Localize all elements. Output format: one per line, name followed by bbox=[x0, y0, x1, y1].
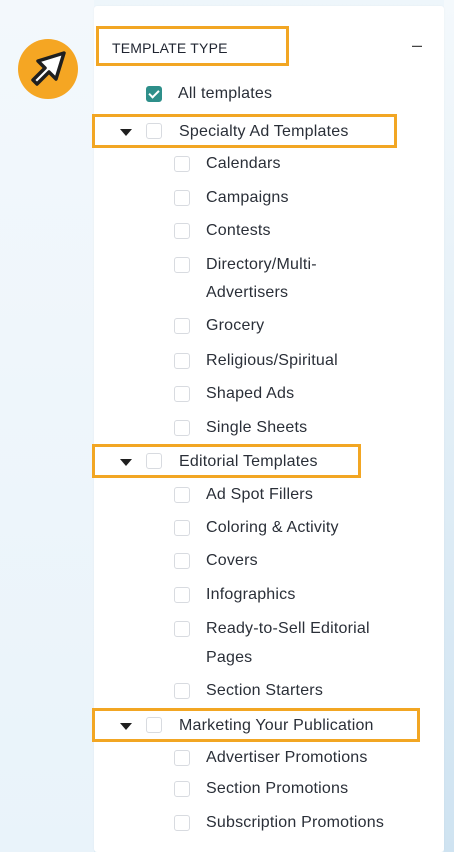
option-label: Single Sheets bbox=[206, 419, 308, 436]
collapse-icon[interactable]: – bbox=[412, 36, 422, 54]
all-templates-label: All templates bbox=[178, 85, 273, 102]
option-label: Grocery bbox=[206, 317, 265, 334]
option-checkbox[interactable] bbox=[174, 420, 190, 436]
option-checkbox[interactable] bbox=[174, 553, 190, 569]
option-label: Ad Spot Fillers bbox=[206, 486, 314, 503]
option-label: Subscription Promotions bbox=[206, 814, 385, 831]
option-coloring-activity[interactable]: Coloring & Activity bbox=[174, 515, 339, 541]
option-infographics[interactable]: Infographics bbox=[174, 582, 296, 608]
caret-down-icon[interactable] bbox=[120, 723, 132, 730]
option-checkbox[interactable] bbox=[174, 621, 190, 637]
option-checkbox[interactable] bbox=[174, 487, 190, 503]
group-label: Marketing Your Publication bbox=[179, 717, 374, 734]
group-editorial-templates[interactable]: Editorial Templates bbox=[92, 444, 361, 478]
option-grocery[interactable]: Grocery bbox=[174, 313, 264, 339]
template-type-header[interactable]: TEMPLATE TYPE bbox=[96, 26, 289, 66]
option-checkbox[interactable] bbox=[174, 257, 190, 273]
group-checkbox[interactable] bbox=[146, 717, 162, 733]
option-label-continuation: Advertisers bbox=[206, 284, 289, 301]
option-label: Contests bbox=[206, 222, 271, 239]
option-ad-spot-fillers[interactable]: Ad Spot Fillers bbox=[174, 482, 313, 508]
option-single-sheets[interactable]: Single Sheets bbox=[174, 415, 307, 441]
option-section-starters[interactable]: Section Starters bbox=[174, 678, 323, 704]
option-label: Directory/Multi- bbox=[206, 256, 317, 273]
option-advertiser-promotions[interactable]: Advertiser Promotions bbox=[174, 745, 368, 771]
option-shaped-ads[interactable]: Shaped Ads bbox=[174, 381, 294, 407]
option-contests[interactable]: Contests bbox=[174, 218, 271, 244]
option-label: Advertiser Promotions bbox=[206, 749, 368, 766]
option-ready-to-sell-editorial-pages[interactable]: Ready-to-Sell Editorial bbox=[174, 616, 370, 642]
option-checkbox[interactable] bbox=[174, 520, 190, 536]
option-label: Coloring & Activity bbox=[206, 519, 339, 536]
option-label: Religious/Spiritual bbox=[206, 352, 338, 369]
option-checkbox[interactable] bbox=[174, 683, 190, 699]
option-checkbox[interactable] bbox=[174, 587, 190, 603]
option-checkbox[interactable] bbox=[174, 156, 190, 172]
section-title: TEMPLATE TYPE bbox=[112, 40, 228, 56]
option-label: Shaped Ads bbox=[206, 385, 295, 402]
caret-down-icon[interactable] bbox=[120, 459, 132, 466]
option-checkbox[interactable] bbox=[174, 190, 190, 206]
option-checkbox[interactable] bbox=[174, 318, 190, 334]
all-templates-option[interactable]: All templates bbox=[146, 81, 272, 107]
option-label: Campaigns bbox=[206, 189, 289, 206]
group-label: Specialty Ad Templates bbox=[179, 123, 349, 140]
group-checkbox[interactable] bbox=[146, 123, 162, 139]
option-checkbox[interactable] bbox=[174, 781, 190, 797]
option-campaigns[interactable]: Campaigns bbox=[174, 185, 289, 211]
option-checkbox[interactable] bbox=[174, 353, 190, 369]
option-directory-multi-advertisers[interactable]: Directory/Multi- bbox=[174, 252, 317, 278]
cursor-arrow-icon bbox=[18, 39, 78, 99]
group-marketing-your-publication[interactable]: Marketing Your Publication bbox=[92, 708, 420, 742]
option-calendars[interactable]: Calendars bbox=[174, 151, 281, 177]
group-specialty-ad-templates[interactable]: Specialty Ad Templates bbox=[92, 114, 397, 148]
all-templates-checkbox[interactable] bbox=[146, 86, 162, 102]
option-label: Covers bbox=[206, 552, 258, 569]
option-subscription-promotions[interactable]: Subscription Promotions bbox=[174, 810, 384, 836]
option-covers[interactable]: Covers bbox=[174, 548, 258, 574]
option-checkbox[interactable] bbox=[174, 815, 190, 831]
option-checkbox[interactable] bbox=[174, 750, 190, 766]
option-label: Section Promotions bbox=[206, 780, 349, 797]
option-label: Infographics bbox=[206, 586, 296, 603]
option-label: Calendars bbox=[206, 155, 281, 172]
caret-down-icon[interactable] bbox=[120, 129, 132, 136]
group-label: Editorial Templates bbox=[179, 453, 318, 470]
left-background bbox=[0, 0, 94, 852]
option-label-continuation: Pages bbox=[206, 649, 253, 666]
right-edge-background bbox=[444, 0, 454, 852]
option-checkbox[interactable] bbox=[174, 223, 190, 239]
option-religious-spiritual[interactable]: Religious/Spiritual bbox=[174, 348, 338, 374]
option-section-promotions[interactable]: Section Promotions bbox=[174, 776, 348, 802]
option-checkbox[interactable] bbox=[174, 386, 190, 402]
option-label: Ready-to-Sell Editorial bbox=[206, 620, 370, 637]
option-label: Section Starters bbox=[206, 682, 324, 699]
group-checkbox[interactable] bbox=[146, 453, 162, 469]
